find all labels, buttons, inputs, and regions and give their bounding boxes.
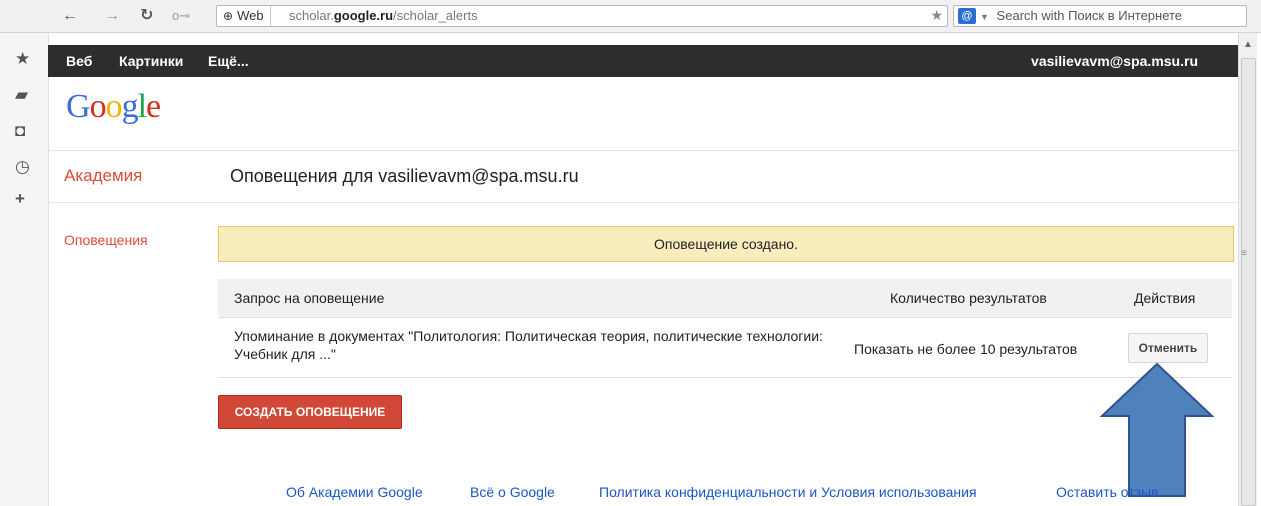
table-header: Запрос на оповещение Количество результа… <box>218 279 1232 318</box>
search-placeholder: Search with Поиск в Интернете <box>996 8 1183 23</box>
footer-link-about[interactable]: Об Академии Google <box>286 484 423 500</box>
cancel-alert-button[interactable]: Отменить <box>1128 333 1208 363</box>
alerts-table: Запрос на оповещение Количество результа… <box>218 279 1232 378</box>
sidebar-item-alerts[interactable]: Оповещения <box>64 232 148 248</box>
footer-link-all-google[interactable]: Всё о Google <box>470 484 555 500</box>
header-query: Запрос на оповещение <box>234 290 385 306</box>
chevron-down-icon[interactable]: ▼ <box>980 12 989 22</box>
scrollbar-thumb[interactable] <box>1241 58 1256 506</box>
google-logo[interactable]: Google <box>66 88 161 126</box>
note-icon[interactable]: ▰ <box>15 85 28 105</box>
header-actions: Действия <box>1134 290 1196 306</box>
bookmark-star-icon[interactable]: ★ <box>930 7 943 24</box>
footer-link-privacy[interactable]: Политика конфиденциальности и Условия ис… <box>599 484 977 500</box>
search-engine-icon[interactable]: @ <box>958 8 976 24</box>
gbar-item-more[interactable]: Ещё... <box>208 53 249 69</box>
pocket-icon[interactable]: ◘ <box>15 121 25 141</box>
title-divider <box>48 202 1238 203</box>
academy-link[interactable]: Академия <box>64 166 142 186</box>
alert-result-count: Показать не более 10 результатов <box>854 341 1078 357</box>
web-label: Web <box>237 8 264 23</box>
page-title: Оповещения для vasilievavm@spa.msu.ru <box>230 166 579 186</box>
header-count: Количество результатов <box>890 290 1047 306</box>
add-icon[interactable]: + <box>15 189 25 209</box>
address-bar[interactable]: ⊕ Web scholar.google.ru/scholar_alerts ★ <box>216 5 948 27</box>
browser-search-input[interactable]: @ ▼ Search with Поиск в Интернете <box>953 5 1247 27</box>
scroll-up-icon[interactable]: ▲ <box>1243 39 1253 50</box>
alert-query[interactable]: Упоминание в документах "Политология: По… <box>234 327 824 363</box>
star-icon[interactable]: ★ <box>15 49 30 69</box>
reload-icon[interactable]: ↻ <box>140 7 153 25</box>
annotation-arrow <box>1100 362 1214 497</box>
table-row: Упоминание в документах "Политология: По… <box>218 318 1232 378</box>
footer: Об Академии Google Всё о Google Политика… <box>0 484 1261 504</box>
google-bar: Веб Картинки Ещё... vasilievavm@spa.msu.… <box>48 45 1238 77</box>
gbar-item-web[interactable]: Веб <box>66 53 92 69</box>
url-text[interactable]: scholar.google.ru/scholar_alerts <box>289 6 478 26</box>
history-icon[interactable]: ◷ <box>15 157 30 177</box>
gbar-item-images[interactable]: Картинки <box>119 53 183 69</box>
header-divider <box>48 150 1238 151</box>
extension-rail: ★ ▰ ◘ ◷ + <box>0 33 49 506</box>
gbar-user-email[interactable]: vasilievavm@spa.msu.ru <box>1031 53 1198 69</box>
footer-link-feedback[interactable]: Оставить отзыв <box>1056 484 1159 500</box>
web-chip[interactable]: ⊕ Web <box>217 6 271 26</box>
forward-icon[interactable]: → <box>104 7 120 25</box>
key-icon[interactable]: o⊸ <box>172 7 190 25</box>
globe-icon: ⊕ <box>223 9 234 23</box>
back-icon[interactable]: ← <box>62 7 78 25</box>
scroll-grip-icon: ≡ <box>1241 248 1247 259</box>
create-alert-button[interactable]: СОЗДАТЬ ОПОВЕЩЕНИЕ <box>218 395 402 429</box>
vertical-scrollbar[interactable]: ▲ ≡ <box>1238 33 1257 506</box>
status-notice: Оповещение создано. <box>218 226 1234 262</box>
browser-toolbar: ← → ↻ o⊸ ⊕ Web scholar.google.ru/scholar… <box>0 0 1261 33</box>
